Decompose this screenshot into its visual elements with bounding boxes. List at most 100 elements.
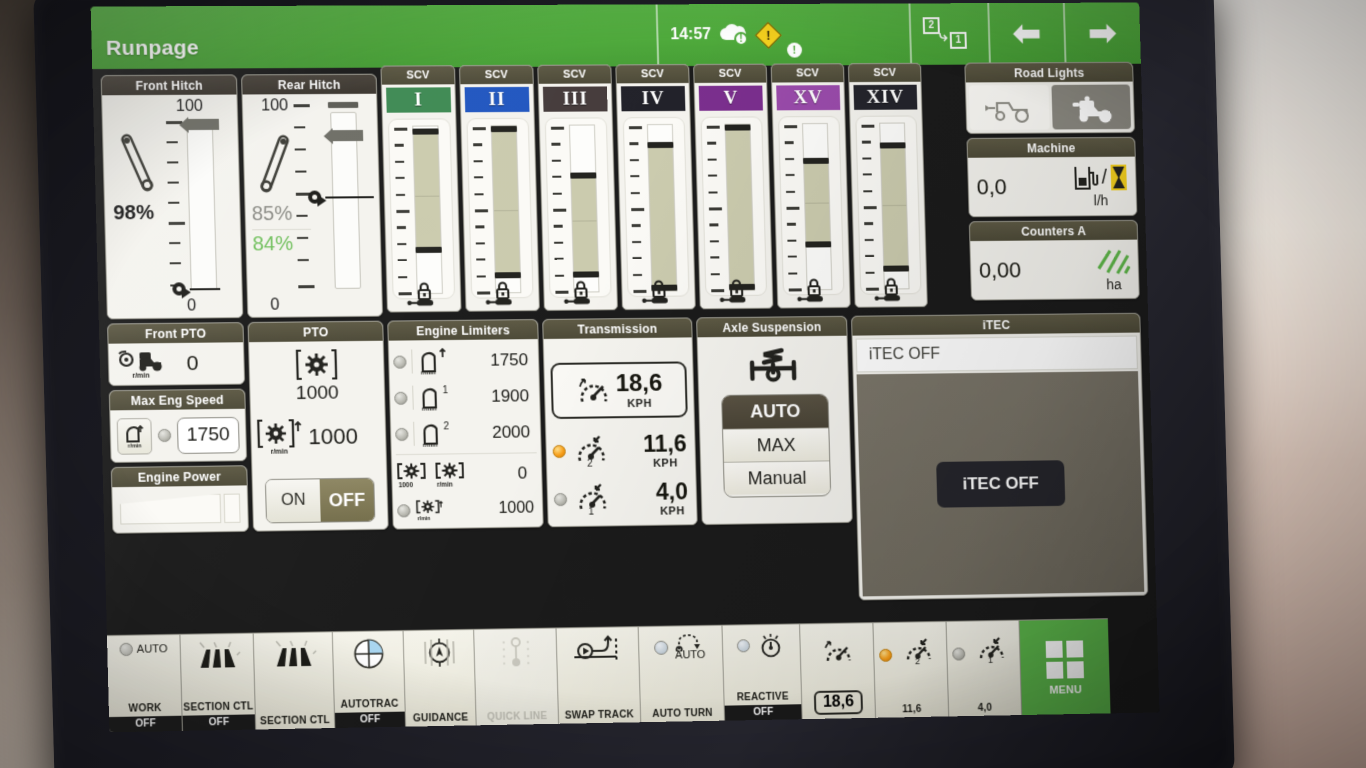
axle-option-manual[interactable]: Manual	[723, 460, 831, 495]
panel-max-eng-speed[interactable]: Max Eng Speed r/min 1750	[108, 388, 248, 463]
taskbar-item-autotrac[interactable]: AUTOTRAC OFF	[332, 630, 407, 728]
engine-speed-icon[interactable]: r/min	[116, 417, 153, 455]
panel-scv-iii[interactable]: SCV III	[537, 64, 618, 311]
panel-machine[interactable]: Machine 0,0 / l/h	[966, 136, 1138, 218]
taskbar-item-section-ctl-2[interactable]: SECTION CTL	[253, 631, 336, 730]
panel-scv-ii[interactable]: SCV II	[458, 64, 540, 312]
scv-lock-icon[interactable]	[387, 281, 460, 308]
panel-scv-xv[interactable]: SCV XV	[770, 63, 851, 309]
taskbar-item-auto-turn[interactable]: AUTO AUTO TURN	[638, 624, 726, 723]
scv-gauge[interactable]	[700, 116, 768, 297]
arrow-right-icon[interactable]: ➡	[1062, 2, 1140, 65]
panel-scv-xiv[interactable]: SCV XIV	[847, 62, 928, 308]
tractor-lights-on-icon[interactable]	[1050, 84, 1132, 130]
scv-gauge[interactable]	[544, 117, 612, 298]
taskbar-item-quick-line[interactable]: QUICK LINE	[474, 627, 560, 726]
engine-limiter-rows: r/min 1750 1 r/min 1900 2 r/min 2000	[393, 342, 537, 452]
panel-engine-power[interactable]: Engine Power	[110, 465, 249, 534]
taskbar-item-menu[interactable]: MENU	[1019, 618, 1111, 716]
scv-lower-marker[interactable]	[805, 241, 832, 248]
panel-front-pto[interactable]: Front PTO r/min 0	[107, 322, 246, 387]
panel-rear-hitch[interactable]: Rear Hitch 100 0 85% 84%	[241, 73, 384, 319]
scv-lower-marker[interactable]	[494, 272, 521, 279]
taskbar-item-reactive[interactable]: REACTIVE OFF	[722, 623, 803, 721]
pto-speed-value: 1000	[308, 422, 359, 449]
panel-itec[interactable]: iTEC iTEC OFF iTEC OFF	[850, 312, 1149, 601]
engine-limiter-pto-rows: 1000 r/min 0 r/min 1000	[396, 455, 539, 527]
front-hitch-body: 100 0 98%	[102, 94, 243, 319]
taskbar-item-swap-track[interactable]: SWAP TRACK	[556, 626, 642, 724]
engine-limiter-row[interactable]: r/min 1750	[393, 342, 535, 380]
taskbar-item-speed-2[interactable]: 2 11,6	[873, 620, 950, 718]
pto-speed[interactable]: r/min 1000	[255, 417, 358, 456]
scv-gauge[interactable]	[466, 117, 534, 299]
svg-text:r/min: r/min	[437, 482, 453, 489]
transmission-preset[interactable]: 1 4,0 KPH	[551, 473, 692, 523]
scv-upper-marker[interactable]	[647, 141, 674, 149]
itec-button[interactable]: iTEC OFF	[936, 459, 1066, 508]
axle-option-auto[interactable]: AUTO	[722, 394, 829, 429]
cloud-warning-icon[interactable]: !	[719, 23, 750, 46]
scv-upper-marker[interactable]	[570, 172, 597, 179]
panel-counters-a[interactable]: Counters A 0,00 ha	[968, 219, 1140, 301]
scv-lock-icon[interactable]	[700, 278, 772, 305]
engine-limiter-pto-row[interactable]: 1000 r/min 0	[396, 455, 538, 493]
scv-upper-marker[interactable]	[724, 124, 751, 131]
axle-suspension-options[interactable]: AUTO MAX Manual	[721, 393, 832, 498]
scv-fill	[725, 127, 754, 287]
speed-preset-2-icon: 2	[900, 637, 934, 666]
panel-transmission[interactable]: Transmission 18,6 KPH 2 11,6 KPH 1 4,0 K…	[542, 317, 698, 528]
engine-limiter-row[interactable]: 1 r/min 1900	[394, 378, 536, 416]
warning-triangle-icon[interactable]: !	[754, 21, 782, 49]
scv-lock-icon[interactable]	[466, 280, 539, 307]
pto-toggle-on[interactable]: ON	[265, 479, 321, 523]
panel-pto[interactable]: PTO 1000 r/min 1000 ON OFF	[247, 320, 389, 532]
rear-hitch-limit-marker[interactable]	[332, 129, 364, 142]
arrow-left-icon[interactable]: ⬅	[987, 2, 1065, 65]
taskbar-item-speed-set[interactable]: 18,6	[800, 622, 877, 720]
info-circle-icon[interactable]: !	[786, 42, 803, 58]
taskbar-item-work[interactable]: AUTO WORK OFF	[106, 633, 183, 733]
taskbar-item-section-ctl-1[interactable]: SECTION CTL OFF	[180, 632, 257, 731]
max-eng-speed-value[interactable]: 1750	[176, 416, 240, 454]
scv-lock-icon[interactable]	[622, 278, 695, 305]
itec-field[interactable]: iTEC OFF	[855, 335, 1138, 373]
axle-option-max[interactable]: MAX	[723, 427, 830, 462]
panel-scv-i[interactable]: SCV I	[380, 65, 462, 313]
front-hitch-limit-marker[interactable]	[188, 118, 220, 131]
front-hitch-rail[interactable]	[186, 120, 218, 291]
implement-swap-icon[interactable]: 2 ⤷ 1	[908, 3, 989, 65]
engine-limiter-row[interactable]: 2 r/min 2000	[395, 414, 537, 452]
tractor-lights-off-icon[interactable]	[968, 84, 1050, 131]
scv-upper-marker[interactable]	[879, 141, 906, 149]
scv-gauge[interactable]	[387, 118, 456, 300]
pto-mode[interactable]: 1000	[249, 347, 384, 406]
taskbar-item-speed-1[interactable]: 1 4,0	[946, 619, 1023, 717]
panel-axle-suspension[interactable]: Axle Suspension AUTO MAX Manual	[696, 315, 853, 526]
scv-lower-marker[interactable]	[883, 265, 910, 272]
pto-toggle[interactable]: ON OFF	[264, 477, 376, 524]
scv-lock-icon[interactable]	[855, 276, 927, 303]
panel-front-hitch[interactable]: Front Hitch 100 0 98%	[100, 74, 244, 320]
transmission-current[interactable]: 18,6 KPH	[550, 361, 688, 420]
engine-limiter-pto-row[interactable]: r/min 1000	[397, 491, 539, 527]
scv-lock-icon[interactable]	[778, 277, 850, 304]
scv-lower-marker[interactable]	[415, 246, 442, 253]
scv-upper-marker[interactable]	[412, 128, 439, 135]
transmission-preset[interactable]: 2 11,6 KPH	[550, 425, 691, 475]
scv-gauge[interactable]	[855, 115, 922, 295]
panel-engine-limiters[interactable]: Engine Limiters r/min 1750 1 r/min 1900 …	[387, 319, 544, 530]
scv-upper-marker[interactable]	[802, 157, 829, 164]
taskbar-item-guidance[interactable]: GUIDANCE	[403, 628, 477, 727]
scv-upper-marker[interactable]	[490, 126, 518, 133]
road-lights-body	[965, 81, 1135, 134]
scv-gauge[interactable]	[622, 116, 690, 298]
panel-scv-v[interactable]: SCV V	[693, 63, 774, 310]
panel-road-lights[interactable]: Road Lights	[964, 61, 1136, 135]
taskbar-label: GUIDANCE	[412, 712, 469, 725]
panel-scv-iv[interactable]: SCV IV	[615, 64, 696, 311]
pto-toggle-off[interactable]: OFF	[319, 478, 375, 522]
scv-lower-marker[interactable]	[572, 271, 600, 279]
scv-gauge[interactable]	[778, 115, 845, 296]
scv-lock-icon[interactable]	[544, 279, 617, 306]
